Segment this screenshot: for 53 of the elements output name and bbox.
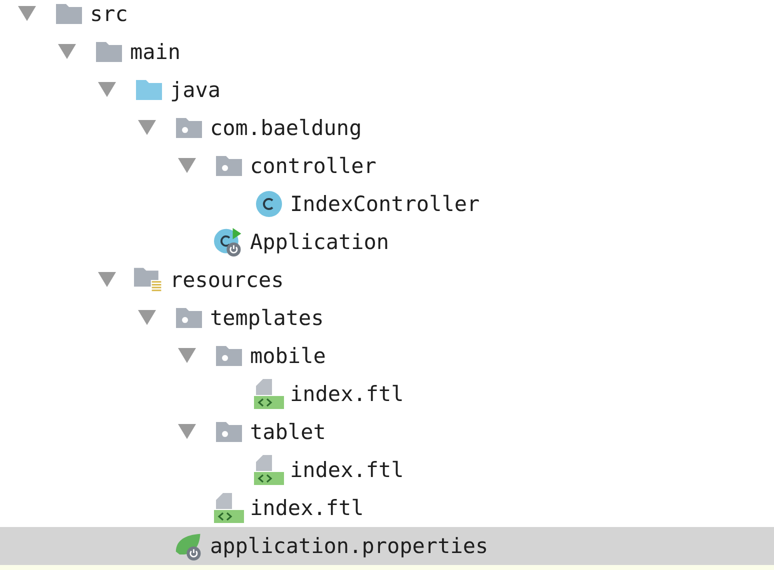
tree-row[interactable]: index.ftl	[0, 375, 774, 413]
item-label: templates	[210, 306, 324, 330]
tree-row[interactable]: java	[0, 71, 774, 109]
folder-icon	[96, 42, 122, 62]
package-folder-icon	[216, 422, 242, 442]
template-file-icon	[254, 379, 284, 409]
item-label: resources	[170, 268, 284, 292]
expand-arrow-icon[interactable]	[98, 272, 116, 287]
package-folder-icon	[176, 118, 202, 138]
resource-folder-icon	[134, 267, 164, 293]
tree-row[interactable]: resources	[0, 261, 774, 299]
template-file-icon	[214, 493, 244, 523]
expand-arrow-icon[interactable]	[178, 348, 196, 363]
expand-arrow-icon[interactable]	[138, 310, 156, 325]
package-folder-icon	[176, 308, 202, 328]
tree-row[interactable]: application.properties	[0, 527, 774, 565]
item-label: mobile	[250, 344, 326, 368]
tree-row[interactable]: templates	[0, 299, 774, 337]
item-label: index.ftl	[290, 458, 404, 482]
expand-arrow-icon[interactable]	[98, 82, 116, 97]
tree-row[interactable]: main	[0, 33, 774, 71]
tree-row[interactable]: index.ftl	[0, 451, 774, 489]
item-label: com.baeldung	[210, 116, 362, 140]
expand-arrow-icon[interactable]	[18, 6, 36, 21]
folder-icon	[56, 4, 82, 24]
package-folder-icon	[216, 156, 242, 176]
template-file-icon	[254, 455, 284, 485]
item-label: main	[130, 40, 181, 64]
tree-row[interactable]: tablet	[0, 413, 774, 451]
item-label: tablet	[250, 420, 326, 444]
tree-row[interactable]: IndexController	[0, 185, 774, 223]
tree-row[interactable]: controller	[0, 147, 774, 185]
expand-arrow-icon[interactable]	[58, 44, 76, 59]
spring-class-icon	[214, 226, 244, 258]
folder-icon	[136, 80, 162, 100]
tree-row[interactable]: Application	[0, 223, 774, 261]
item-label: index.ftl	[290, 382, 404, 406]
item-label: java	[170, 78, 221, 102]
expand-arrow-icon[interactable]	[178, 158, 196, 173]
item-label: IndexController	[290, 192, 480, 216]
package-folder-icon	[216, 346, 242, 366]
item-label: Application	[250, 230, 390, 254]
tree-row[interactable]: mobile	[0, 337, 774, 375]
item-label: application.properties	[210, 534, 488, 558]
tree-row[interactable]: com.baeldung	[0, 109, 774, 147]
item-label: index.ftl	[250, 496, 364, 520]
tree-row[interactable]: src	[0, 0, 774, 33]
item-label: controller	[250, 154, 376, 178]
expand-arrow-icon[interactable]	[178, 424, 196, 439]
tree-row[interactable]: index.ftl	[0, 489, 774, 527]
expand-arrow-icon[interactable]	[138, 120, 156, 135]
item-label: src	[90, 2, 128, 26]
class-icon	[255, 190, 283, 218]
